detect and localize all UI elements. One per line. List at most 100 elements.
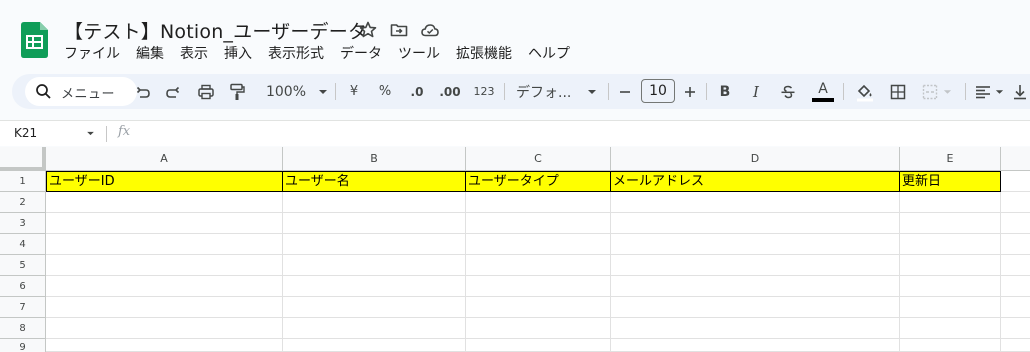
cell-d4[interactable] <box>611 234 900 255</box>
column-header-f[interactable] <box>1001 147 1030 171</box>
row-header-8[interactable]: 8 <box>0 318 46 339</box>
cell-c4[interactable] <box>466 234 611 255</box>
bold-button[interactable]: B <box>717 74 733 109</box>
cell-f2[interactable] <box>1001 192 1030 213</box>
menu-data[interactable]: データ <box>332 44 390 64</box>
cell-b1[interactable]: ユーザー名 <box>283 171 466 192</box>
font-size-input[interactable]: 10 <box>641 79 675 103</box>
cell-e9[interactable] <box>900 339 1001 352</box>
cell-b5[interactable] <box>283 255 466 276</box>
decrease-font-size-button[interactable] <box>617 74 633 109</box>
column-header-b[interactable]: B <box>283 147 466 171</box>
cell-a6[interactable] <box>46 276 283 297</box>
cell-b7[interactable] <box>283 297 466 318</box>
cell-c6[interactable] <box>466 276 611 297</box>
row-header-5[interactable]: 5 <box>0 255 46 276</box>
row-header-9[interactable]: 9 <box>0 339 46 352</box>
vertical-align-button[interactable] <box>1012 74 1028 109</box>
increase-decimal-button[interactable]: .00 <box>438 74 462 109</box>
borders-button[interactable] <box>888 74 908 109</box>
cell-c7[interactable] <box>466 297 611 318</box>
cell-c5[interactable] <box>466 255 611 276</box>
cell-a4[interactable] <box>46 234 283 255</box>
cell-d3[interactable] <box>611 213 900 234</box>
row-header-2[interactable]: 2 <box>0 192 46 213</box>
menu-tools[interactable]: ツール <box>390 44 448 64</box>
cell-c9[interactable] <box>466 339 611 352</box>
cell-f8[interactable] <box>1001 318 1030 339</box>
undo-button[interactable] <box>133 74 153 109</box>
cell-f9[interactable] <box>1001 339 1030 352</box>
cell-e8[interactable] <box>900 318 1001 339</box>
menu-extensions[interactable]: 拡張機能 <box>448 44 520 64</box>
increase-font-size-button[interactable] <box>682 74 698 109</box>
cell-a8[interactable] <box>46 318 283 339</box>
redo-button[interactable] <box>163 74 183 109</box>
horizontal-align-button[interactable] <box>972 74 1006 109</box>
cell-c3[interactable] <box>466 213 611 234</box>
cell-d7[interactable] <box>611 297 900 318</box>
cell-f7[interactable] <box>1001 297 1030 318</box>
cell-d1[interactable]: メールアドレス <box>611 171 900 192</box>
font-family-select[interactable]: デフォ... <box>516 74 600 109</box>
menu-view[interactable]: 表示 <box>172 44 216 64</box>
print-button[interactable] <box>196 74 216 109</box>
row-header-6[interactable]: 6 <box>0 276 46 297</box>
document-title[interactable]: 【テスト】Notion_ユーザーデータ <box>64 17 367 44</box>
row-header-3[interactable]: 3 <box>0 213 46 234</box>
cloud-saved-icon[interactable] <box>420 20 440 40</box>
column-header-c[interactable]: C <box>466 147 611 171</box>
italic-button[interactable]: I <box>748 74 764 109</box>
menu-search[interactable]: メニュー <box>25 77 137 106</box>
cell-f6[interactable] <box>1001 276 1030 297</box>
select-all-corner[interactable] <box>0 147 46 171</box>
cell-b8[interactable] <box>283 318 466 339</box>
column-header-a[interactable]: A <box>46 147 283 171</box>
cell-e5[interactable] <box>900 255 1001 276</box>
paint-format-button[interactable] <box>227 74 247 109</box>
cell-f3[interactable] <box>1001 213 1030 234</box>
cell-b2[interactable] <box>283 192 466 213</box>
number-format-button[interactable]: 123 <box>472 74 496 109</box>
cell-a3[interactable] <box>46 213 283 234</box>
cell-e6[interactable] <box>900 276 1001 297</box>
cell-e3[interactable] <box>900 213 1001 234</box>
cell-e4[interactable] <box>900 234 1001 255</box>
menu-edit[interactable]: 編集 <box>128 44 172 64</box>
cell-d2[interactable] <box>611 192 900 213</box>
sheets-logo-icon[interactable] <box>21 22 48 58</box>
decrease-decimal-button[interactable]: .0 <box>407 74 427 109</box>
cell-d9[interactable] <box>611 339 900 352</box>
menu-help[interactable]: ヘルプ <box>520 44 578 64</box>
cell-a5[interactable] <box>46 255 283 276</box>
menu-file[interactable]: ファイル <box>56 44 128 64</box>
cell-e7[interactable] <box>900 297 1001 318</box>
cell-a2[interactable] <box>46 192 283 213</box>
menu-format[interactable]: 表示形式 <box>260 44 332 64</box>
cell-a1[interactable]: ユーザーID <box>46 171 283 192</box>
cell-d6[interactable] <box>611 276 900 297</box>
cell-a9[interactable] <box>46 339 283 352</box>
column-header-e[interactable]: E <box>900 147 1001 171</box>
currency-format-button[interactable]: ¥ <box>346 74 362 109</box>
merge-cells-button[interactable] <box>919 74 955 109</box>
cell-b6[interactable] <box>283 276 466 297</box>
cell-f1[interactable] <box>1001 171 1030 192</box>
cell-e1[interactable]: 更新日 <box>900 171 1001 192</box>
name-box-dropdown-icon[interactable] <box>86 131 95 136</box>
cell-f4[interactable] <box>1001 234 1030 255</box>
cell-c2[interactable] <box>466 192 611 213</box>
percent-format-button[interactable]: % <box>376 74 394 109</box>
cell-a7[interactable] <box>46 297 283 318</box>
cell-b3[interactable] <box>283 213 466 234</box>
cell-c8[interactable] <box>466 318 611 339</box>
move-folder-icon[interactable] <box>389 20 409 40</box>
cell-f5[interactable] <box>1001 255 1030 276</box>
row-header-7[interactable]: 7 <box>0 297 46 318</box>
text-color-button[interactable]: A <box>811 74 835 109</box>
cell-b9[interactable] <box>283 339 466 352</box>
name-box[interactable]: K21 <box>14 126 37 140</box>
cell-d8[interactable] <box>611 318 900 339</box>
star-icon[interactable] <box>358 20 378 40</box>
zoom-select[interactable]: 100% <box>262 74 332 109</box>
